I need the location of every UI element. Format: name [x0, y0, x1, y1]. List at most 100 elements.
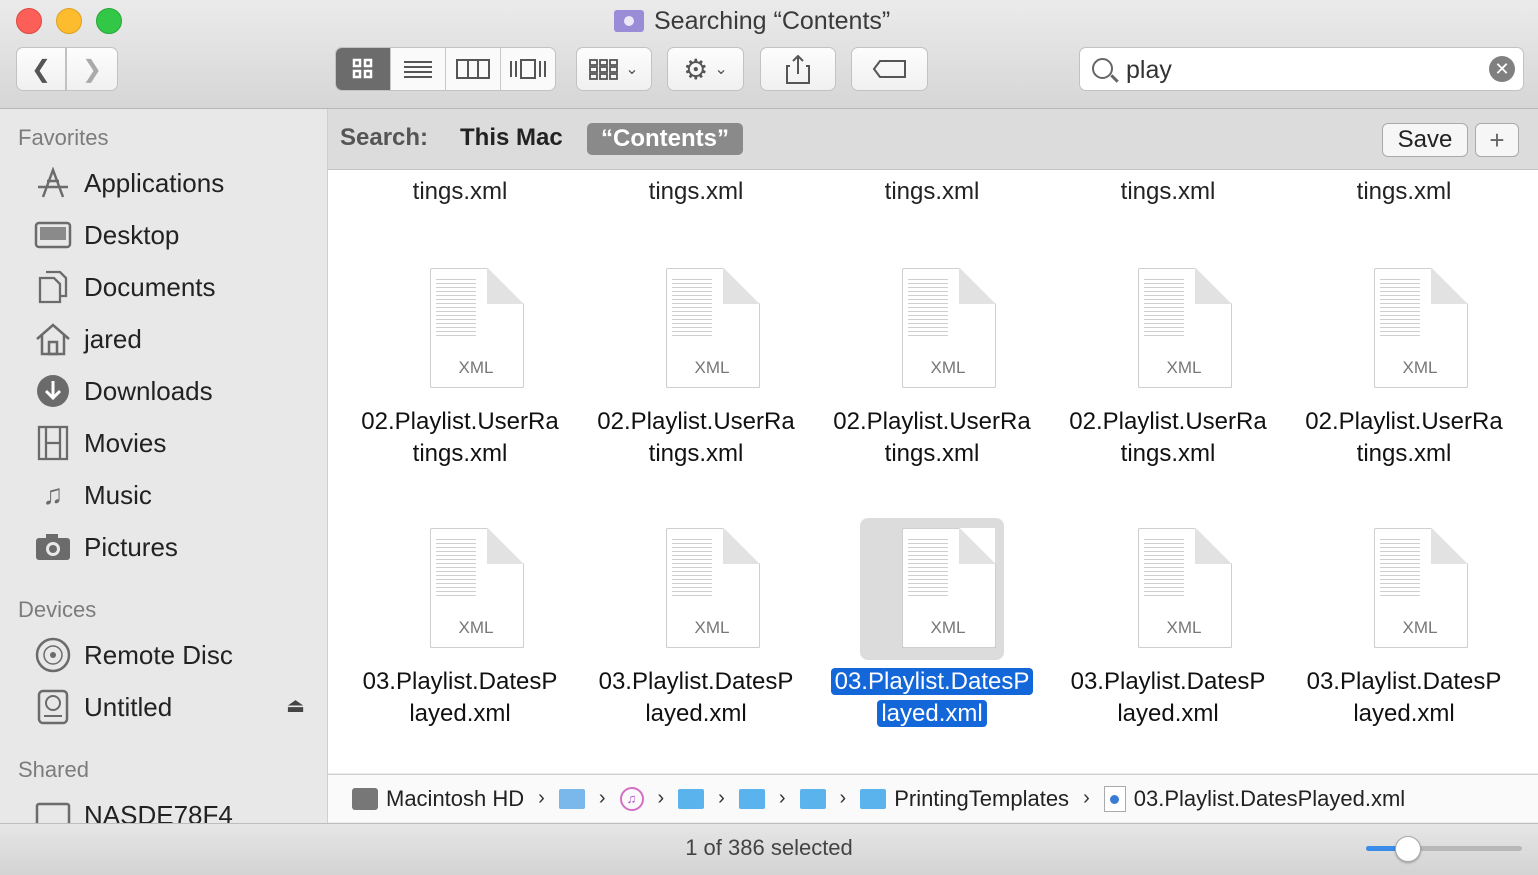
- scope-this-mac-button[interactable]: This Mac: [460, 124, 563, 152]
- forward-button[interactable]: ❯: [66, 47, 118, 91]
- search-field[interactable]: play ✕: [1079, 47, 1524, 91]
- path-file[interactable]: 03.Playlist.DatesPlayed.xml: [1134, 786, 1405, 812]
- zoom-window-button[interactable]: [96, 8, 122, 34]
- column-view-button[interactable]: [446, 48, 501, 90]
- file-item[interactable]: XML 03.Playlist.DatesP layed.xml: [814, 518, 1050, 758]
- sidebar-item-jared[interactable]: jared: [34, 319, 314, 359]
- file-item[interactable]: XML 02.Playlist.UserRa tings.xml: [1286, 258, 1522, 498]
- folder-icon[interactable]: [860, 788, 887, 809]
- file-name[interactable]: 02.Playlist.UserRa tings.xml: [578, 406, 814, 470]
- path-bar: Macintosh HD › › ♫ › › › › PrintingTempl…: [328, 774, 1538, 822]
- slider-knob[interactable]: [1394, 836, 1421, 862]
- path-separator-icon: ›: [718, 787, 725, 809]
- file-name[interactable]: 02.Playlist.UserRa tings.xml: [814, 406, 1050, 470]
- icon-view-button[interactable]: [336, 48, 391, 90]
- file-name[interactable]: 02.Playlist.UserRa tings.xml: [1050, 406, 1286, 470]
- sidebar-item-pictures[interactable]: Pictures: [34, 527, 314, 567]
- arrange-menu-button[interactable]: ⌄: [576, 47, 652, 91]
- file-name-partial[interactable]: tings.xml: [1050, 178, 1286, 206]
- minimize-window-button[interactable]: [56, 8, 82, 34]
- sidebar-item-desktop[interactable]: Desktop: [34, 215, 314, 255]
- sidebar-item-applications[interactable]: Applications: [34, 163, 314, 203]
- file-extension-label: XML: [1402, 618, 1438, 637]
- sidebar-item-music[interactable]: ♫ Music: [34, 475, 314, 515]
- page-fold: [1195, 268, 1231, 304]
- icon-size-slider[interactable]: [1366, 836, 1522, 862]
- tag-icon: [872, 60, 906, 78]
- file-item[interactable]: XML 03.Playlist.DatesP layed.xml: [1286, 518, 1522, 758]
- sidebar-item-label: Documents: [84, 271, 216, 302]
- network-server-icon: [34, 798, 72, 823]
- file-name[interactable]: 03.Playlist.DatesP layed.xml: [1286, 666, 1522, 730]
- file-name-partial[interactable]: tings.xml: [1286, 178, 1522, 206]
- path-separator-icon: ›: [538, 787, 545, 809]
- file-item[interactable]: XML 03.Playlist.DatesP layed.xml: [578, 518, 814, 758]
- share-button[interactable]: [760, 47, 836, 91]
- close-window-button[interactable]: [16, 8, 42, 34]
- folder-icon[interactable]: [738, 788, 765, 809]
- file-extension-label: XML: [694, 618, 730, 637]
- file-item[interactable]: XML 03.Playlist.DatesP layed.xml: [1050, 518, 1286, 758]
- movies-icon: [34, 425, 72, 461]
- file-name-line-1: 02.Playlist.UserRa: [1069, 408, 1267, 435]
- file-name-line-2: layed.xml: [409, 700, 511, 727]
- file-name-line-2: tings.xml: [412, 440, 508, 467]
- file-grid: tings.xml tings.xml tings.xml tings.xml …: [328, 170, 1538, 773]
- file-name[interactable]: 03.Playlist.DatesP layed.xml: [1050, 666, 1286, 730]
- file-name-partial[interactable]: tings.xml: [814, 178, 1050, 206]
- file-name-line-1: 03.Playlist.DatesP: [598, 668, 794, 695]
- add-criteria-button[interactable]: +: [1475, 123, 1519, 157]
- path-folder[interactable]: PrintingTemplates: [894, 786, 1069, 812]
- file-name-line-2: layed.xml: [877, 700, 987, 727]
- action-menu-button[interactable]: ⚙ ⌄: [667, 47, 744, 91]
- sidebar-item-documents[interactable]: Documents: [34, 267, 314, 307]
- tags-button[interactable]: [851, 47, 928, 91]
- music-icon: ♫: [42, 479, 64, 510]
- file-name-line-1: 02.Playlist.UserRa: [1305, 408, 1503, 435]
- file-name[interactable]: 03.Playlist.DatesP layed.xml: [342, 666, 578, 730]
- file-extension-label: XML: [930, 618, 966, 637]
- file-item[interactable]: XML 02.Playlist.UserRa tings.xml: [578, 258, 814, 498]
- document-text-preview: [436, 276, 476, 336]
- sidebar-item-label: Downloads: [84, 375, 213, 406]
- sidebar-item-downloads[interactable]: Downloads: [34, 371, 314, 411]
- file-item[interactable]: XML 03.Playlist.DatesP layed.xml: [342, 518, 578, 758]
- scope-contents-button[interactable]: “Contents”: [587, 123, 743, 155]
- sidebar-item-label: Movies: [84, 427, 167, 458]
- list-view-button[interactable]: [391, 48, 446, 90]
- file-name-partial[interactable]: tings.xml: [578, 178, 814, 206]
- drive-icon: [34, 689, 72, 725]
- document-text-preview: [1144, 276, 1184, 336]
- save-search-button[interactable]: Save: [1382, 123, 1468, 157]
- sidebar-item-remote-disc[interactable]: Remote Disc: [34, 635, 314, 675]
- smart-folder-icon: [614, 10, 644, 32]
- file-extension-label: XML: [1402, 358, 1438, 377]
- file-extension-label: XML: [1166, 358, 1202, 377]
- file-name[interactable]: 02.Playlist.UserRa tings.xml: [1286, 406, 1522, 470]
- file-name[interactable]: 03.Playlist.DatesP layed.xml: [814, 666, 1050, 730]
- sidebar-item-movies[interactable]: Movies: [34, 423, 314, 463]
- selection-count: 1 of 386 selected: [685, 835, 853, 860]
- file-name-partial[interactable]: tings.xml: [342, 178, 578, 206]
- clear-search-button[interactable]: ✕: [1489, 56, 1515, 82]
- file-item[interactable]: XML 02.Playlist.UserRa tings.xml: [1050, 258, 1286, 498]
- search-input[interactable]: play: [1126, 56, 1172, 85]
- sidebar-item-nas[interactable]: NASDE78F4: [34, 795, 314, 823]
- file-item[interactable]: XML 02.Playlist.UserRa tings.xml: [342, 258, 578, 498]
- sidebar-item-untitled[interactable]: Untitled: [34, 687, 314, 727]
- applications-folder-icon[interactable]: [558, 788, 585, 809]
- chevron-down-icon: ⌄: [714, 61, 728, 78]
- path-root[interactable]: Macintosh HD: [386, 786, 524, 812]
- eject-icon[interactable]: ⏏: [286, 693, 305, 718]
- file-item[interactable]: XML 02.Playlist.UserRa tings.xml: [814, 258, 1050, 498]
- file-extension-label: XML: [458, 618, 494, 637]
- cover-flow-view-button[interactable]: [501, 48, 555, 90]
- file-name[interactable]: 03.Playlist.DatesP layed.xml: [578, 666, 814, 730]
- itunes-icon[interactable]: ♫: [619, 786, 644, 811]
- file-name[interactable]: 02.Playlist.UserRa tings.xml: [342, 406, 578, 470]
- back-button[interactable]: ❮: [16, 47, 66, 91]
- file-name-line-1: 03.Playlist.DatesP: [830, 668, 1034, 695]
- folder-icon[interactable]: [799, 788, 826, 809]
- folder-icon[interactable]: [678, 788, 705, 809]
- document-text-preview: [1380, 536, 1420, 596]
